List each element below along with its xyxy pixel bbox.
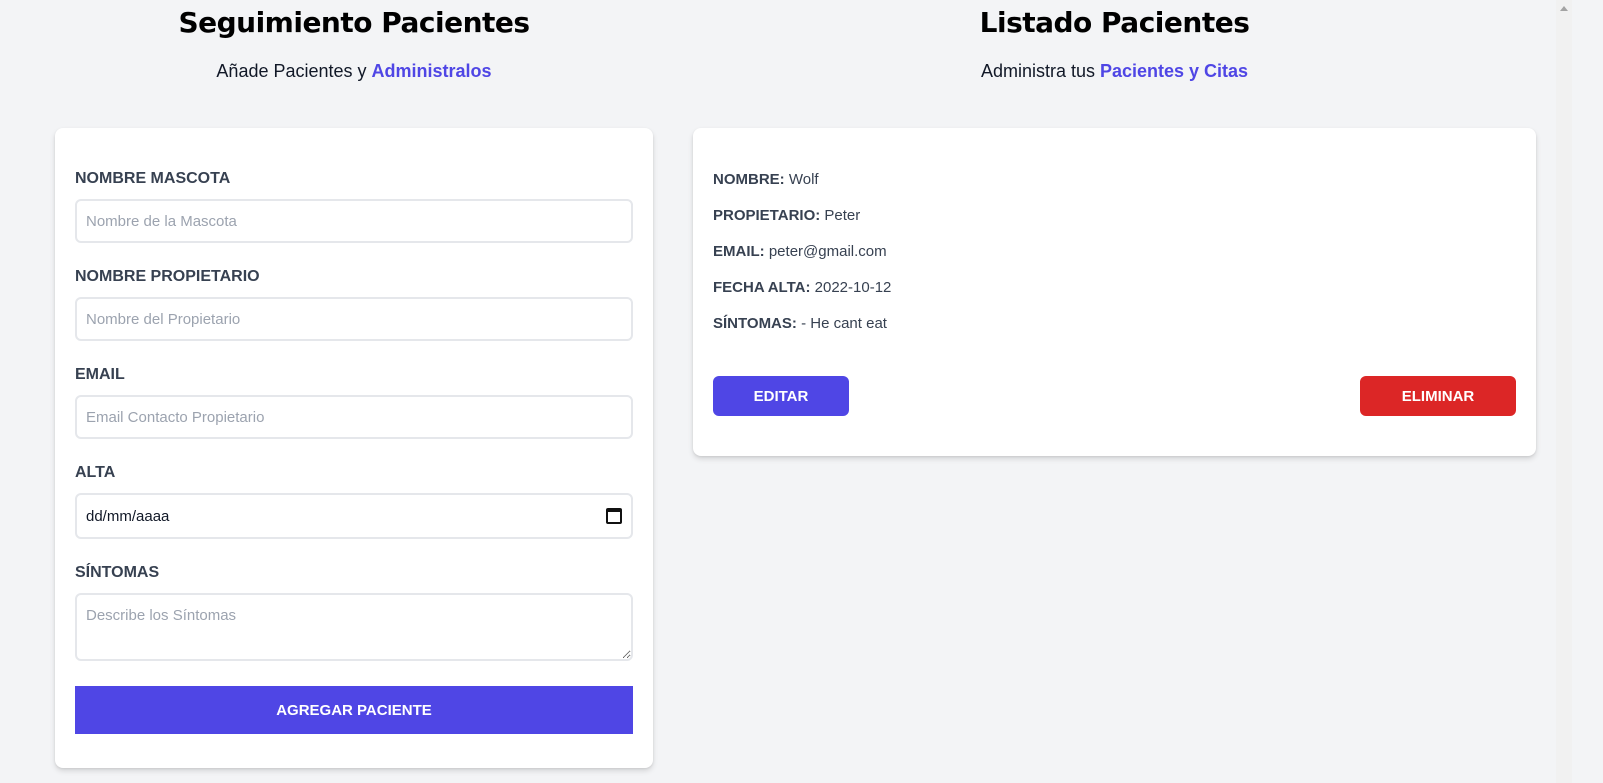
patient-owner-row: PROPIETARIO: Peter: [713, 207, 1516, 229]
vertical-scrollbar[interactable]: [1556, 0, 1572, 783]
form-subtitle: Añade Pacientes y Administralos: [55, 61, 653, 91]
patient-date-value: 2022-10-12: [814, 279, 892, 296]
patient-date-row: FECHA ALTA: 2022-10-12: [713, 279, 1516, 301]
patient-name-value: Wolf: [788, 171, 819, 188]
list-subtitle-accent: Pacientes y Citas: [1099, 61, 1249, 81]
email-label: EMAIL: [75, 366, 125, 383]
add-patient-button[interactable]: AGREGAR PACIENTE: [75, 686, 633, 734]
date-input[interactable]: dd/mm/aaaa: [75, 493, 633, 539]
patient-owner-key: PROPIETARIO:: [713, 207, 821, 224]
scroll-up-arrow-icon[interactable]: [1560, 6, 1568, 11]
symptoms-textarea[interactable]: [75, 593, 633, 661]
symptoms-label: SÍNTOMAS: [75, 564, 160, 581]
list-subtitle-prefix: Administra tus: [980, 61, 1100, 81]
form-section: Seguimiento Pacientes Añade Pacientes y …: [55, 0, 653, 768]
patient-name-key: NOMBRE:: [713, 171, 785, 188]
patient-date-key: FECHA ALTA:: [713, 279, 811, 296]
patient-symptoms-row: SÍNTOMAS: - He cant eat: [713, 315, 1516, 337]
pet-name-label: NOMBRE MASCOTA: [75, 170, 231, 187]
list-section: Listado Pacientes Administra tus Pacient…: [693, 0, 1536, 456]
date-input-value: dd/mm/aaaa: [86, 507, 170, 525]
calendar-icon[interactable]: [606, 508, 622, 524]
app-page: Seguimiento Pacientes Añade Pacientes y …: [0, 0, 1603, 783]
patient-form: NOMBRE MASCOTA NOMBRE PROPIETARIO EMAIL …: [55, 128, 653, 768]
patient-email-value: peter@gmail.com: [768, 243, 887, 260]
email-input[interactable]: [75, 395, 633, 439]
date-label: ALTA: [75, 464, 116, 481]
list-title: Listado Pacientes: [979, 6, 1250, 39]
owner-name-input[interactable]: [75, 297, 633, 341]
delete-button[interactable]: ELIMINAR: [1360, 376, 1516, 416]
patient-symptoms-value: - He cant eat: [801, 315, 887, 332]
list-subtitle: Administra tus Pacientes y Citas: [693, 61, 1536, 91]
form-subtitle-prefix: Añade Pacientes y: [216, 61, 372, 81]
patient-owner-value: Peter: [824, 207, 861, 224]
patient-symptoms-key: SÍNTOMAS:: [713, 315, 797, 332]
page-edge: [1572, 0, 1603, 783]
patient-name-row: NOMBRE: Wolf: [713, 171, 1516, 193]
form-subtitle-accent: Administralos: [371, 61, 492, 81]
patient-card: NOMBRE: Wolf PROPIETARIO: Peter EMAIL: p…: [693, 128, 1536, 456]
owner-name-label: NOMBRE PROPIETARIO: [75, 268, 260, 285]
patient-email-key: EMAIL:: [713, 243, 765, 260]
pet-name-input[interactable]: [75, 199, 633, 243]
patient-actions: EDITAR ELIMINAR: [713, 376, 1516, 416]
patient-email-row: EMAIL: peter@gmail.com: [713, 243, 1516, 265]
form-title: Seguimiento Pacientes: [178, 6, 530, 39]
edit-button[interactable]: EDITAR: [713, 376, 849, 416]
